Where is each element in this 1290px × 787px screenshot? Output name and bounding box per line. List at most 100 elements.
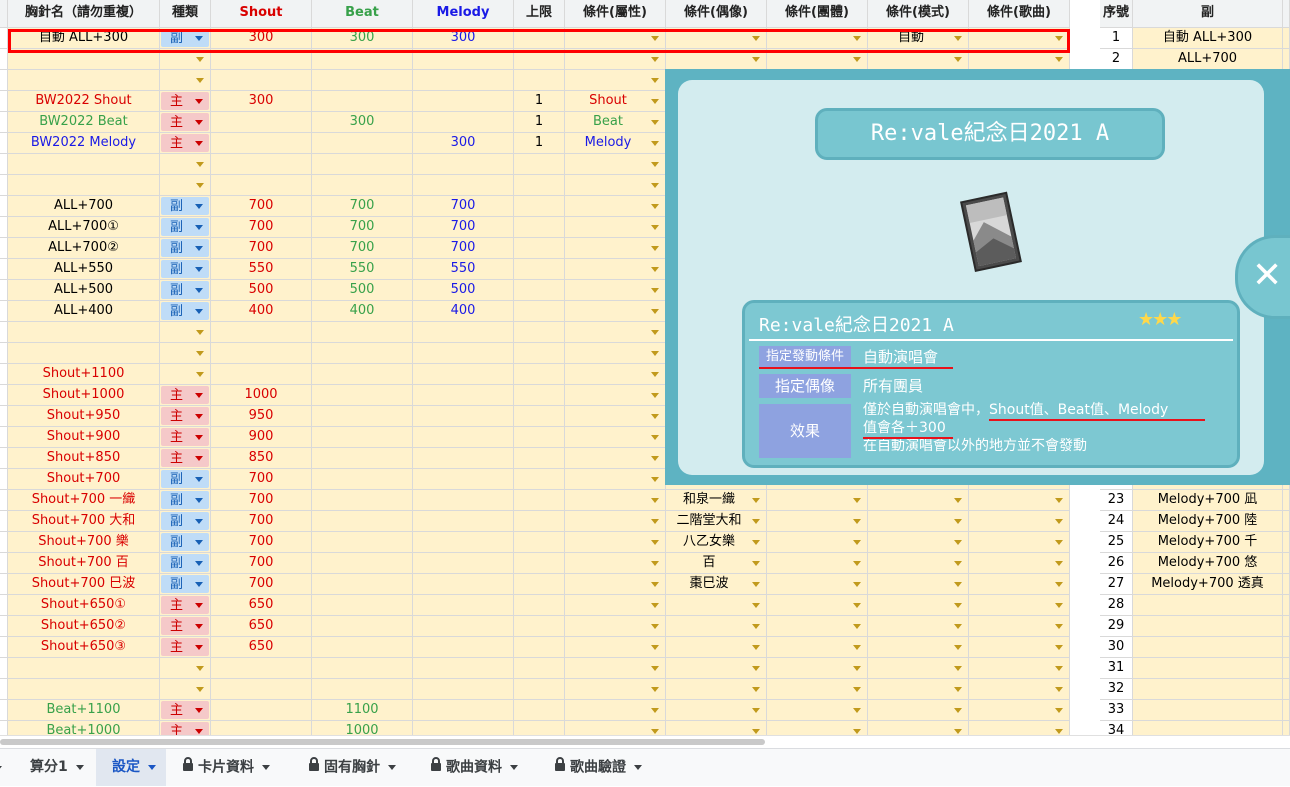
- dropdown-arrow-icon[interactable]: [195, 540, 203, 545]
- cell-seq[interactable]: 33: [1100, 700, 1133, 721]
- cell-idol[interactable]: 二階堂大和: [666, 511, 767, 532]
- cell-shout[interactable]: [211, 364, 312, 385]
- chevron-down-icon[interactable]: [634, 765, 642, 770]
- column-header-mode[interactable]: 條件(模式): [868, 0, 969, 28]
- dropdown-arrow-icon[interactable]: [954, 666, 962, 671]
- cell-attr[interactable]: [565, 217, 666, 238]
- dropdown-arrow-icon[interactable]: [195, 519, 203, 524]
- sheet-tab-5[interactable]: 歌曲驗證: [538, 749, 656, 786]
- cell-type[interactable]: 副: [160, 490, 211, 511]
- cell-seq[interactable]: 32: [1100, 679, 1133, 700]
- cell-beat[interactable]: [312, 469, 413, 490]
- cell-attr[interactable]: [565, 322, 666, 343]
- dropdown-arrow-icon[interactable]: [752, 603, 760, 608]
- cell-limit[interactable]: 1: [514, 133, 565, 154]
- cell-sub[interactable]: Melody+700 悠: [1133, 553, 1283, 574]
- dropdown-arrow-icon[interactable]: [752, 687, 760, 692]
- horizontal-scrollbar[interactable]: [0, 735, 1290, 748]
- cell-melody[interactable]: [413, 553, 514, 574]
- cell-name[interactable]: Shout+650②: [8, 616, 160, 637]
- cell-mode[interactable]: [868, 490, 969, 511]
- cell-beat[interactable]: 700: [312, 196, 413, 217]
- cell-type[interactable]: [160, 343, 211, 364]
- cell-melody[interactable]: [413, 112, 514, 133]
- cell-group[interactable]: [767, 700, 868, 721]
- cell-shout[interactable]: 700: [211, 511, 312, 532]
- cell-sub[interactable]: [1133, 679, 1283, 700]
- cell-attr[interactable]: [565, 595, 666, 616]
- cell-group[interactable]: [767, 511, 868, 532]
- cell-attr[interactable]: [565, 427, 666, 448]
- dropdown-arrow-icon[interactable]: [1055, 519, 1063, 524]
- cell-sub[interactable]: 自動 ALL+300: [1133, 28, 1283, 49]
- cell-attr[interactable]: [565, 175, 666, 196]
- cell-song[interactable]: [969, 595, 1070, 616]
- cell-attr[interactable]: [565, 721, 666, 735]
- dropdown-arrow-icon[interactable]: [651, 78, 659, 83]
- dropdown-arrow-icon[interactable]: [195, 99, 203, 104]
- cell-name[interactable]: Shout+650①: [8, 595, 160, 616]
- cell-melody[interactable]: [413, 364, 514, 385]
- cell-type[interactable]: 副: [160, 217, 211, 238]
- cell-beat[interactable]: 550: [312, 259, 413, 280]
- cell-mode[interactable]: [868, 532, 969, 553]
- cell-melody[interactable]: [413, 595, 514, 616]
- type-chip[interactable]: 副: [161, 239, 209, 257]
- type-chip[interactable]: 主: [161, 617, 209, 635]
- dropdown-arrow-icon[interactable]: [853, 561, 861, 566]
- cell-sub[interactable]: ALL+700: [1133, 49, 1283, 70]
- type-chip[interactable]: 副: [161, 302, 209, 320]
- cell-type[interactable]: [160, 154, 211, 175]
- cell-shout[interactable]: [211, 343, 312, 364]
- cell-beat[interactable]: [312, 637, 413, 658]
- cell-name[interactable]: Shout+700 百: [8, 553, 160, 574]
- cell-name[interactable]: BW2022 Shout: [8, 91, 160, 112]
- type-chip[interactable]: 主: [161, 386, 209, 404]
- dropdown-arrow-icon[interactable]: [195, 141, 203, 146]
- cell-beat[interactable]: [312, 427, 413, 448]
- cell-attr[interactable]: [565, 70, 666, 91]
- dropdown-arrow-icon[interactable]: [651, 393, 659, 398]
- cell-melody[interactable]: 500: [413, 280, 514, 301]
- cell-seq[interactable]: 28: [1100, 595, 1133, 616]
- cell-shout[interactable]: 650: [211, 637, 312, 658]
- type-chip[interactable]: 副: [161, 533, 209, 551]
- column-header-song[interactable]: 條件(歌曲): [969, 0, 1070, 28]
- cell-melody[interactable]: [413, 343, 514, 364]
- dropdown-arrow-icon[interactable]: [1055, 561, 1063, 566]
- type-chip[interactable]: 主: [161, 92, 209, 110]
- dropdown-arrow-icon[interactable]: [195, 624, 203, 629]
- cell-melody[interactable]: [413, 70, 514, 91]
- type-chip[interactable]: 主: [161, 638, 209, 656]
- cell-limit[interactable]: [514, 301, 565, 322]
- dropdown-arrow-icon[interactable]: [954, 519, 962, 524]
- cell-song[interactable]: [969, 616, 1070, 637]
- cell-name[interactable]: ALL+550: [8, 259, 160, 280]
- dropdown-arrow-icon[interactable]: [954, 729, 962, 734]
- dropdown-arrow-icon[interactable]: [954, 624, 962, 629]
- cell-melody[interactable]: [413, 532, 514, 553]
- cell-attr[interactable]: [565, 511, 666, 532]
- dropdown-arrow-icon[interactable]: [195, 477, 203, 482]
- cell-melody[interactable]: [413, 448, 514, 469]
- cell-name[interactable]: [8, 322, 160, 343]
- cell-beat[interactable]: [312, 511, 413, 532]
- dropdown-arrow-icon[interactable]: [196, 687, 204, 692]
- cell-limit[interactable]: [514, 700, 565, 721]
- cell-shout[interactable]: [211, 658, 312, 679]
- dropdown-arrow-icon[interactable]: [196, 666, 204, 671]
- cell-limit[interactable]: [514, 637, 565, 658]
- dropdown-arrow-icon[interactable]: [196, 183, 204, 188]
- cell-idol[interactable]: 八乙女樂: [666, 532, 767, 553]
- dropdown-arrow-icon[interactable]: [195, 309, 203, 314]
- cell-type[interactable]: 主: [160, 700, 211, 721]
- type-chip[interactable]: 副: [161, 260, 209, 278]
- cell-song[interactable]: [969, 490, 1070, 511]
- cell-seq[interactable]: 25: [1100, 532, 1133, 553]
- cell-idol[interactable]: [666, 595, 767, 616]
- cell-beat[interactable]: [312, 154, 413, 175]
- dropdown-arrow-icon[interactable]: [752, 645, 760, 650]
- cell-limit[interactable]: [514, 427, 565, 448]
- cell-attr[interactable]: [565, 364, 666, 385]
- cell-type[interactable]: 副: [160, 532, 211, 553]
